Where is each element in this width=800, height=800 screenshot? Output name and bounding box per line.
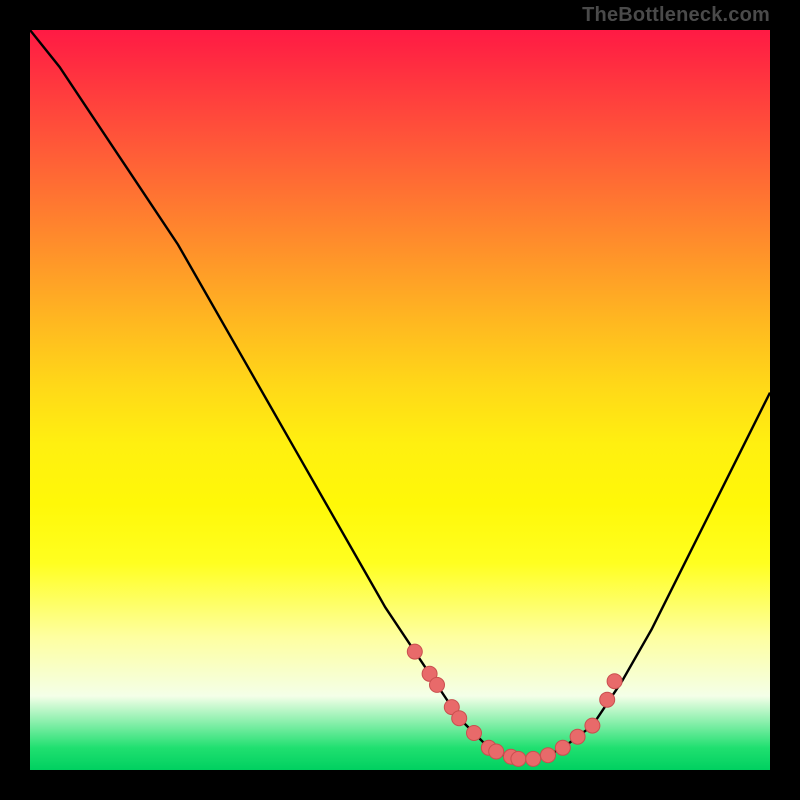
marker-point	[541, 748, 556, 763]
bottleneck-curve	[30, 30, 770, 759]
marker-point	[570, 729, 585, 744]
marker-point	[430, 677, 445, 692]
marker-point	[452, 711, 467, 726]
marker-point	[555, 740, 570, 755]
marker-point	[526, 751, 541, 766]
marker-point	[607, 674, 622, 689]
marker-point	[585, 718, 600, 733]
marker-point	[467, 726, 482, 741]
chart-svg	[30, 30, 770, 770]
highlight-markers	[407, 644, 622, 766]
marker-point	[511, 751, 526, 766]
chart-frame: TheBottleneck.com	[0, 0, 800, 800]
marker-point	[489, 744, 504, 759]
marker-point	[600, 692, 615, 707]
watermark-text: TheBottleneck.com	[582, 4, 770, 27]
marker-point	[407, 644, 422, 659]
